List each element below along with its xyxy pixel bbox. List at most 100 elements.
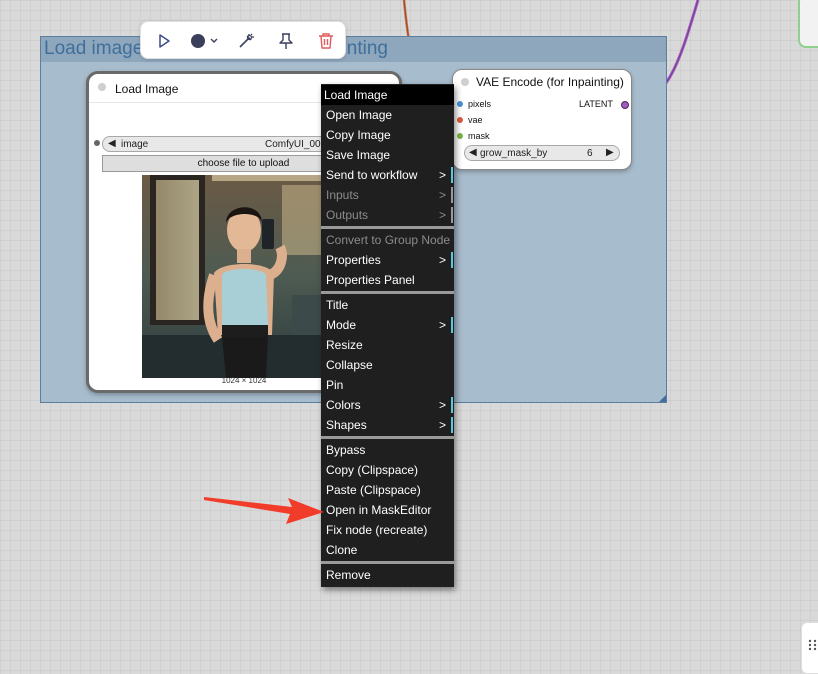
menu-item-label: Pin [326,378,344,392]
input-slot-pixels[interactable] [457,101,463,107]
menu-separator [321,436,454,439]
menu-item-label: Properties [326,253,381,267]
offscreen-node-edge[interactable] [798,0,818,48]
color-circle-icon [191,34,218,48]
input-slot-vae[interactable] [457,117,463,123]
menu-separator [321,291,454,294]
menu-item-properties[interactable]: Properties > [321,250,454,270]
menu-item-label: Save Image [326,148,391,162]
wand-icon [239,33,254,48]
node-title: VAE Encode (for Inpainting) [476,75,624,89]
menu-item-label: Inputs [326,188,359,202]
menu-item-label: Colors [326,398,361,412]
submenu-indicator [451,417,453,433]
menu-item-label: Resize [326,338,363,352]
menu-item-label: Outputs [326,208,369,222]
menu-item-send-to-workflow[interactable]: Send to workflow > [321,165,454,185]
node-collapse-dot[interactable] [98,83,106,91]
menu-item-clone[interactable]: Clone [321,540,454,560]
drag-grip-icon [808,639,817,651]
node-title: Load Image [115,82,179,96]
menu-item-pin[interactable]: Pin [321,375,454,395]
image-combo-widget[interactable]: ◀ image ComfyUI_008 [102,136,332,152]
submenu-arrow-icon: > [438,318,446,332]
menu-item-properties-panel[interactable]: Properties Panel [321,270,454,290]
menu-item-resize[interactable]: Resize [321,335,454,355]
menu-item-label: Clone [326,543,358,557]
input-label-pixels: pixels [468,99,492,109]
menu-item-label: Title [326,298,349,312]
menu-item-label: Shapes [326,418,367,432]
vae-encode-inpainting-node[interactable]: VAE Encode (for Inpainting) pixels vae m… [452,69,632,170]
menu-item-title[interactable]: Title [321,295,454,315]
menu-item-outputs: Outputs > [321,205,454,225]
grow-mask-widget[interactable]: ◀ grow_mask_by 6 ▶ [464,145,620,161]
menu-item-mode[interactable]: Mode > [321,315,454,335]
input-slot-mask[interactable] [457,133,463,139]
menu-header: Load Image [321,85,454,105]
menu-item-copy-image[interactable]: Copy Image [321,125,454,145]
output-slot-latent[interactable] [621,101,629,109]
menu-item-label: Mode [326,318,357,332]
menu-item-label: Remove [326,568,371,582]
run-button[interactable] [153,30,175,52]
combo-left-arrow-icon[interactable]: ◀ [108,138,116,149]
submenu-arrow-icon: > [438,168,446,182]
menu-item-label: Collapse [326,358,373,372]
menu-item-collapse[interactable]: Collapse [321,355,454,375]
node-collapse-dot[interactable] [461,78,469,86]
submenu-indicator [451,317,453,333]
menu-item-inputs: Inputs > [321,185,454,205]
menu-item-open-image[interactable]: Open Image [321,105,454,125]
pin-button[interactable] [275,30,297,52]
menu-item-bypass[interactable]: Bypass [321,440,454,460]
grow-mask-value: 6 [587,148,593,159]
submenu-indicator [451,187,453,203]
menu-item-label: Paste (Clipspace) [326,483,421,497]
menu-item-open-in-maskeditor[interactable]: Open in MaskEditor [321,500,454,520]
menu-item-remove[interactable]: Remove [321,565,454,585]
pin-icon [279,33,293,49]
menu-item-colors[interactable]: Colors > [321,395,454,415]
stepper-right-arrow-icon[interactable]: ▶ [606,147,614,158]
submenu-indicator [451,207,453,223]
image-widget-value: ComfyUI_008 [265,139,327,150]
menu-item-save-image[interactable]: Save Image [321,145,454,165]
node-context-menu: Load Image Open Image Copy Image Save Im… [321,84,454,587]
menu-item-label: Convert to Group Node [326,233,451,247]
menu-item-label: Copy Image [326,128,391,142]
menu-item-label: Send to workflow [326,168,418,182]
output-label-latent: LATENT [579,99,613,109]
delete-button[interactable] [315,30,337,52]
minimap-handle[interactable] [801,622,818,674]
menu-item-copy-clipspace[interactable]: Copy (Clipspace) [321,460,454,480]
menu-separator [321,561,454,564]
input-label-vae: vae [468,115,483,125]
submenu-arrow-icon: > [438,188,446,202]
submenu-arrow-icon: > [438,208,446,222]
bypass-button[interactable] [235,30,257,52]
menu-item-label: Open in MaskEditor [326,503,432,517]
node-selection-toolbar [140,21,346,59]
menu-item-fix-node[interactable]: Fix node (recreate) [321,520,454,540]
menu-separator [321,226,454,229]
submenu-indicator [451,167,453,183]
trash-icon [319,33,333,49]
submenu-indicator [451,252,453,268]
play-icon [159,34,170,48]
group-resize-handle[interactable] [659,395,666,402]
submenu-arrow-icon: > [438,398,446,412]
output-slot-dot[interactable] [94,140,100,146]
submenu-indicator [451,397,453,413]
stepper-left-arrow-icon[interactable]: ◀ [469,147,477,158]
grow-mask-label: grow_mask_by [480,148,548,159]
menu-item-convert-to-group-node: Convert to Group Node [321,230,454,250]
menu-item-shapes[interactable]: Shapes > [321,415,454,435]
submenu-arrow-icon: > [438,253,446,267]
color-picker-button[interactable] [189,30,223,52]
image-widget-label: image [121,139,149,150]
annotation-arrow-icon [204,497,324,524]
menu-item-paste-clipspace[interactable]: Paste (Clipspace) [321,480,454,500]
menu-item-label: Copy (Clipspace) [326,463,419,477]
menu-item-label: Fix node (recreate) [326,523,428,537]
